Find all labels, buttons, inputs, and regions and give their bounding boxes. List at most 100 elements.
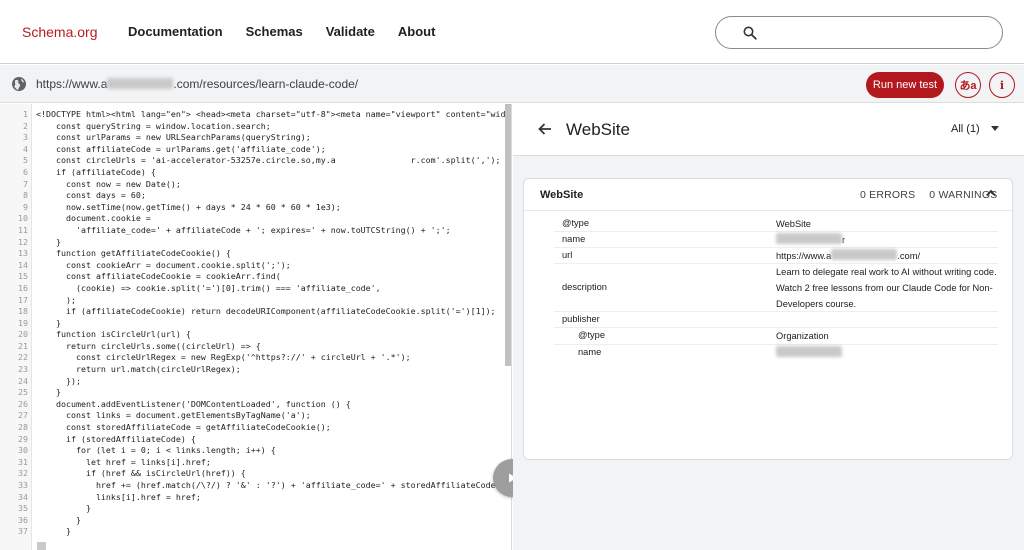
code-line: 13 function getAffiliateCodeCookie() { <box>0 248 505 260</box>
prop-key: @type <box>578 330 606 340</box>
code-line: 19 } <box>0 318 505 330</box>
code-line: 3 const urlParams = new URLSearchParams(… <box>0 132 505 144</box>
code-line: 6 if (affiliateCode) { <box>0 167 505 179</box>
schema-org-logo[interactable]: Schema.org <box>22 24 97 40</box>
line-number: 21 <box>18 340 28 351</box>
code-editor[interactable]: 1 <!DOCTYPE html><html lang="en"> <head><… <box>0 104 512 550</box>
results-header: WebSite All (1) <box>513 104 1024 156</box>
prop-key: url <box>562 250 573 260</box>
line-number: 2 <box>23 120 28 131</box>
caret-down-icon[interactable] <box>991 126 999 132</box>
code-line: 31 let href = links[i].href; <box>0 457 505 469</box>
prop-value <box>776 345 998 361</box>
prop-key: @type <box>562 218 590 228</box>
line-number: 8 <box>23 190 28 201</box>
line-number: 29 <box>18 433 28 444</box>
code-text: const urlParams = new URLSearchParams(qu… <box>36 132 311 143</box>
redacted-name <box>776 233 842 244</box>
run-new-test-button[interactable]: Run new test <box>866 72 944 98</box>
nav-schemas[interactable]: Schemas <box>246 24 303 39</box>
line-number: 15 <box>18 271 28 282</box>
url-value-suffix: .com/ <box>897 251 921 261</box>
prop-value: r <box>776 232 998 248</box>
line-number: 34 <box>18 491 28 502</box>
code-text: } <box>36 526 71 537</box>
code-line: 32 if (href && isCircleUrl(href)) { <box>0 468 505 480</box>
code-line: 7 const now = new Date(); <box>0 179 505 191</box>
translate-icon: あa <box>959 80 977 92</box>
code-text: let href = links[i].href; <box>36 456 211 467</box>
arrow-left-icon[interactable] <box>537 121 553 137</box>
line-number: 36 <box>18 514 28 525</box>
code-text: now.setTime(now.getTime() + days * 24 * … <box>36 201 341 212</box>
line-number: 33 <box>18 480 28 490</box>
line-number: 13 <box>18 248 28 259</box>
redacted-publisher-name <box>776 346 842 357</box>
code-line: 22 const circleUrlRegex = new RegExp('^h… <box>0 352 505 364</box>
code-line: 5 const circleUrls = 'ai-accelerator-532… <box>0 155 505 167</box>
code-scrollbar[interactable] <box>505 104 511 366</box>
prop-row-type: @type WebSite <box>554 216 998 232</box>
code-text: for (let i = 0; i < links.length; i++) { <box>36 445 276 456</box>
code-text: function isCircleUrl(url) { <box>36 329 191 340</box>
line-number: 4 <box>23 143 28 154</box>
code-line: 4 const affiliateCode = urlParams.get('a… <box>0 144 505 156</box>
code-text: const links = document.getElementsByTagN… <box>36 410 311 421</box>
prop-value: Learn to delegate real work to AI withou… <box>776 267 997 309</box>
prop-value: https://www.a .com/ <box>776 248 998 264</box>
line-number: 12 <box>18 236 28 247</box>
search-input[interactable] <box>715 16 1003 49</box>
code-text: if (affiliateCodeCookie) return decodeUR… <box>36 306 496 317</box>
filter-select[interactable]: All (1) <box>951 123 980 135</box>
code-text: (cookie) => cookie.split('=')[0].trim() … <box>36 282 381 293</box>
code-text: }); <box>36 375 81 386</box>
card-header[interactable]: WebSite 0 ERRORS 0 WARNINGS <box>524 179 1012 211</box>
line-number: 35 <box>18 503 28 514</box>
prop-key: name <box>562 234 586 244</box>
code-line: 36 } <box>0 515 505 527</box>
code-line: 18 if (affiliateCodeCookie) return decod… <box>0 306 505 318</box>
prop-row-description: description Learn to delegate real work … <box>554 264 998 312</box>
code-text: const storedAffiliateCode = getAffiliate… <box>36 422 331 433</box>
code-line: 37 } <box>0 526 505 538</box>
line-number: 16 <box>18 282 28 293</box>
nav-documentation[interactable]: Documentation <box>128 24 223 39</box>
url-prefix: https://www.a <box>36 77 108 91</box>
nav-about[interactable]: About <box>398 24 436 39</box>
line-number: 7 <box>23 178 28 189</box>
line-number: 22 <box>18 352 28 363</box>
prop-row-publisher-type: @type Organization <box>554 328 998 345</box>
errors-count: 0 ERRORS <box>860 189 916 201</box>
prop-row-publisher-name: name <box>554 345 998 361</box>
chevron-up-icon[interactable] <box>986 189 996 197</box>
code-text: const circleUrls = 'ai-accelerator-53257… <box>36 155 501 166</box>
info-button[interactable]: i <box>989 72 1015 98</box>
line-number: 1 <box>23 109 28 119</box>
website-item-card: WebSite 0 ERRORS 0 WARNINGS @type WebSite… <box>523 178 1013 460</box>
line-number: 25 <box>18 387 28 398</box>
code-lines: 1 <!DOCTYPE html><html lang="en"> <head><… <box>0 109 511 538</box>
prop-row-url: url https://www.a .com/ <box>554 248 998 264</box>
code-text: ); <box>36 294 76 305</box>
code-line: 14 const cookieArr = document.cookie.spl… <box>0 260 505 272</box>
code-line: 33 href += (href.match(/\?/) ? '&' : '?'… <box>0 480 505 492</box>
prop-row-name: name r <box>554 232 998 248</box>
language-button[interactable]: あa <box>955 72 981 98</box>
code-line: 35 } <box>0 503 505 515</box>
code-line: 10 document.cookie = <box>0 213 505 225</box>
horizontal-scroll-thumb[interactable] <box>37 542 46 550</box>
code-text: document.cookie = <box>36 213 151 224</box>
card-title: WebSite <box>540 189 584 201</box>
prop-key: publisher <box>562 314 600 324</box>
line-number: 6 <box>23 166 28 177</box>
nav-validate[interactable]: Validate <box>326 24 375 39</box>
line-number: 31 <box>18 456 28 467</box>
code-text: const circleUrlRegex = new RegExp('^http… <box>36 352 411 363</box>
code-text: const cookieArr = document.cookie.split(… <box>36 259 291 270</box>
code-text: const affiliateCodeCookie = cookieArr.fi… <box>36 271 281 282</box>
code-text: <!DOCTYPE html><html lang="en"> <head><m… <box>36 109 512 119</box>
code-line: 16 (cookie) => cookie.split('=')[0].trim… <box>0 283 505 295</box>
code-line: 8 const days = 60; <box>0 190 505 202</box>
code-line: 29 if (storedAffiliateCode) { <box>0 434 505 446</box>
code-text: } <box>36 514 81 525</box>
